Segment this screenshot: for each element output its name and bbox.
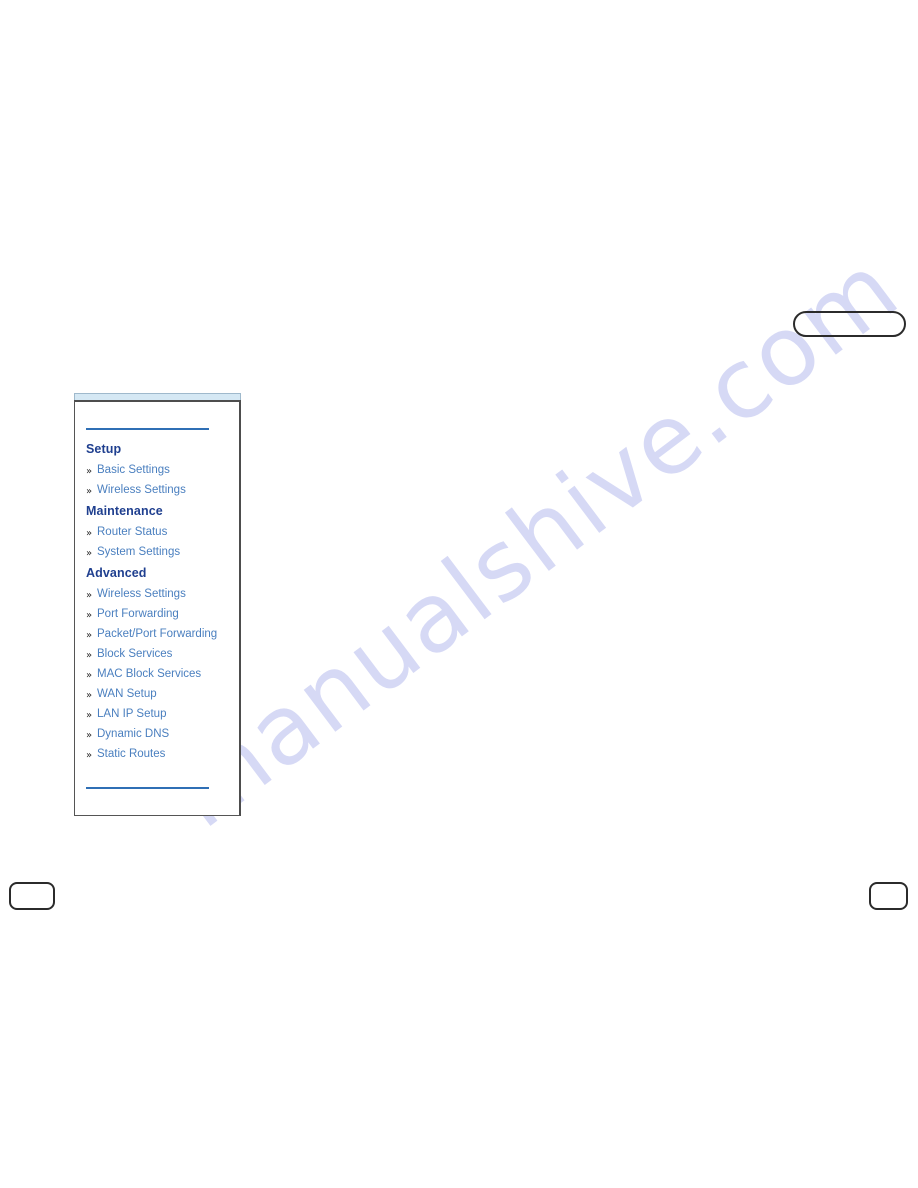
sidebar-item-label: Basic Settings bbox=[97, 464, 170, 476]
sidebar-item-lan-ip-setup[interactable]: » LAN IP Setup bbox=[86, 705, 229, 725]
nav-divider-bottom bbox=[86, 787, 209, 789]
sidebar-item-static-routes[interactable]: » Static Routes bbox=[86, 745, 229, 765]
sidebar-item-label: Wireless Settings bbox=[97, 484, 186, 496]
chevron-double-right-icon: » bbox=[86, 730, 93, 741]
sidebar-item-label: WAN Setup bbox=[97, 688, 157, 700]
sidebar-item-label: Router Status bbox=[97, 526, 168, 538]
callout-box-bottom-right bbox=[869, 882, 908, 910]
sidebar-item-label: LAN IP Setup bbox=[97, 708, 167, 720]
chevron-double-right-icon: » bbox=[86, 610, 93, 621]
sidebar-item-mac-block-services[interactable]: » MAC Block Services bbox=[86, 665, 229, 685]
chevron-double-right-icon: » bbox=[86, 548, 93, 559]
sidebar-item-port-forwarding[interactable]: » Port Forwarding bbox=[86, 605, 229, 625]
sidebar-item-system-settings[interactable]: » System Settings bbox=[86, 543, 229, 563]
chevron-double-right-icon: » bbox=[86, 650, 93, 661]
chevron-double-right-icon: » bbox=[86, 466, 93, 477]
sidebar-item-wireless-settings-setup[interactable]: » Wireless Settings bbox=[86, 481, 229, 501]
nav-panel-body: Setup » Basic Settings » Wireless Settin… bbox=[74, 400, 241, 816]
chevron-double-right-icon: » bbox=[86, 528, 93, 539]
chevron-double-right-icon: » bbox=[86, 750, 93, 761]
sidebar-item-label: Packet/Port Forwarding bbox=[97, 628, 218, 640]
chevron-double-right-icon: » bbox=[86, 710, 93, 721]
sidebar-item-block-services[interactable]: » Block Services bbox=[86, 645, 229, 665]
chevron-double-right-icon: » bbox=[86, 630, 93, 641]
chevron-double-right-icon: » bbox=[86, 486, 93, 497]
nav-divider-top bbox=[86, 428, 209, 430]
chevron-double-right-icon: » bbox=[86, 590, 93, 601]
sidebar-item-label: Dynamic DNS bbox=[97, 728, 170, 740]
nav-panel-top-bar bbox=[74, 393, 241, 400]
chevron-double-right-icon: » bbox=[86, 690, 93, 701]
nav-section-heading-setup: Setup bbox=[86, 442, 122, 456]
sidebar-item-label: Block Services bbox=[97, 648, 173, 660]
sidebar-item-wan-setup[interactable]: » WAN Setup bbox=[86, 685, 229, 705]
sidebar-item-router-status[interactable]: » Router Status bbox=[86, 523, 229, 543]
sidebar-item-dynamic-dns[interactable]: » Dynamic DNS bbox=[86, 725, 229, 745]
sidebar-item-wireless-settings-advanced[interactable]: » Wireless Settings bbox=[86, 585, 229, 605]
callout-box-bottom-left bbox=[9, 882, 55, 910]
sidebar-item-basic-settings[interactable]: » Basic Settings bbox=[86, 461, 229, 481]
sidebar-item-label: Static Routes bbox=[97, 748, 166, 760]
nav-section-heading-advanced: Advanced bbox=[86, 566, 147, 580]
sidebar-item-label: Wireless Settings bbox=[97, 588, 186, 600]
chevron-double-right-icon: » bbox=[86, 670, 93, 681]
router-navigation-panel: Setup » Basic Settings » Wireless Settin… bbox=[74, 393, 241, 816]
sidebar-item-label: MAC Block Services bbox=[97, 668, 202, 680]
nav-section-heading-maintenance: Maintenance bbox=[86, 504, 163, 518]
callout-box-top-right bbox=[793, 311, 906, 337]
sidebar-item-packet-port-forwarding[interactable]: » Packet/Port Forwarding bbox=[86, 625, 229, 645]
sidebar-item-label: System Settings bbox=[97, 546, 181, 558]
sidebar-item-label: Port Forwarding bbox=[97, 608, 179, 620]
